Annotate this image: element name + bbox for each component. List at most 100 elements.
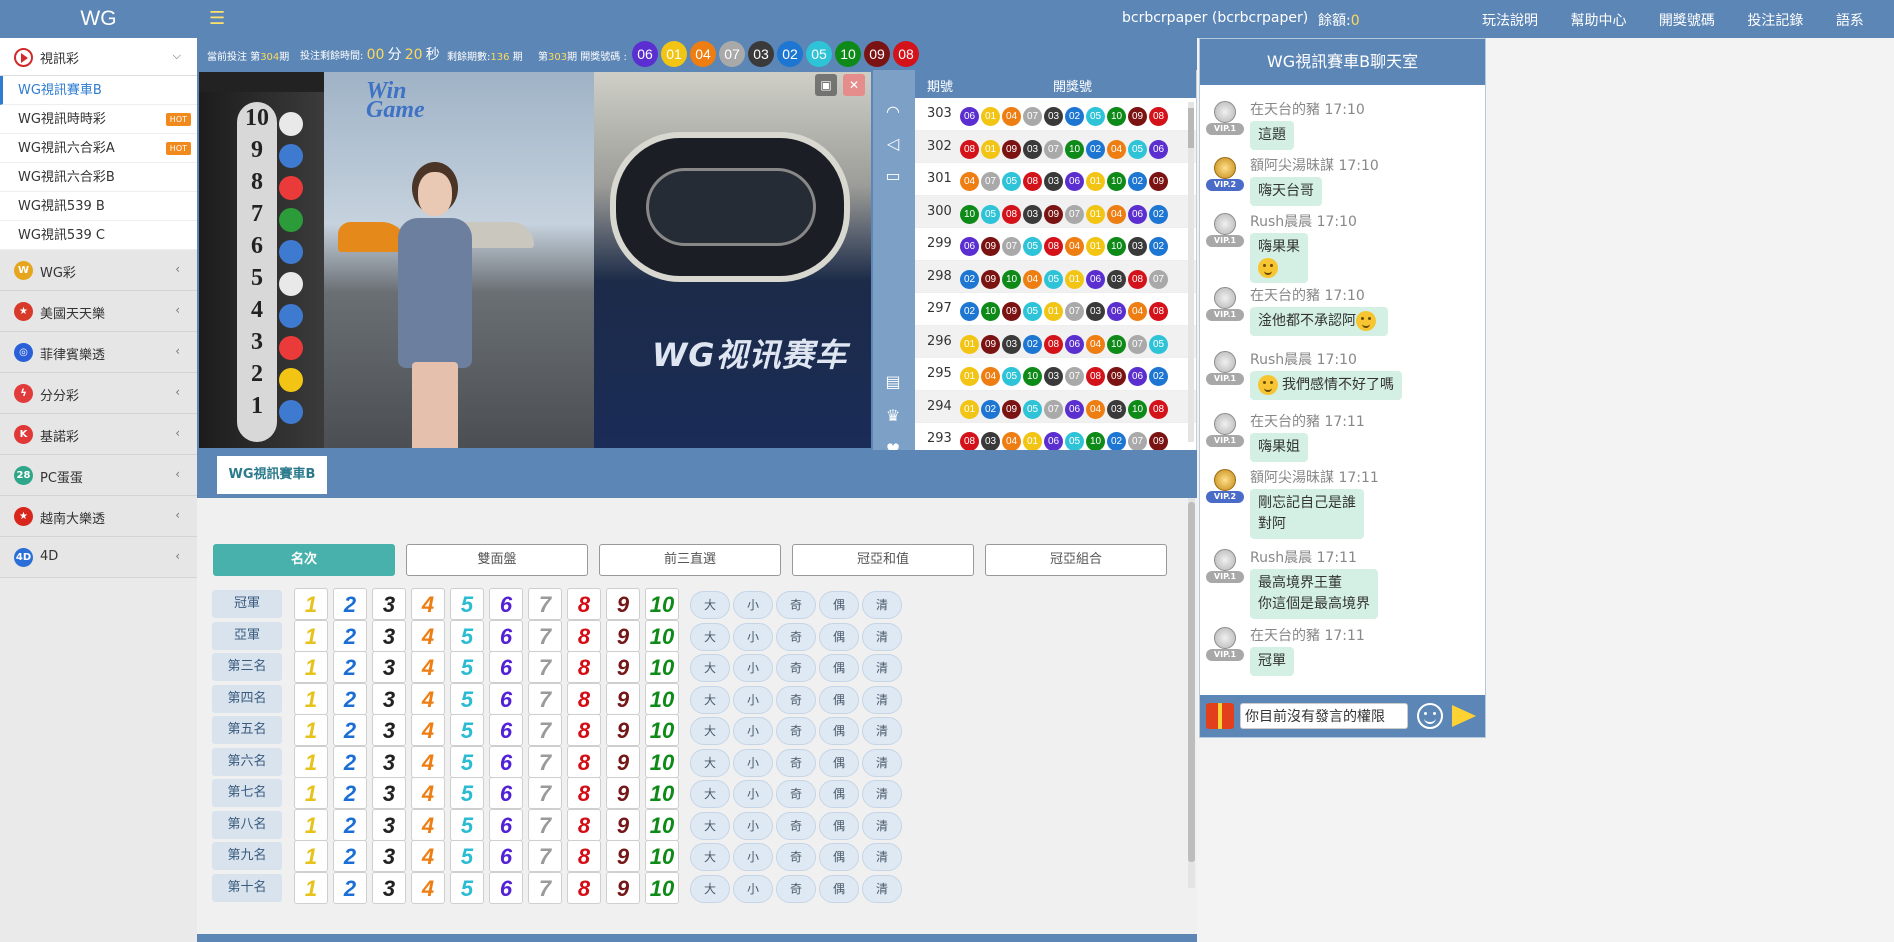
bet-number[interactable]: 6 (489, 682, 523, 715)
bet-number[interactable]: 2 (333, 588, 367, 620)
screen-icon[interactable]: ▣ (815, 74, 837, 96)
sidebar-category-3[interactable]: ϟ 分分彩 ‹ (0, 373, 197, 414)
nav-results[interactable]: 開獎號碼 (1659, 13, 1715, 29)
bet-number[interactable]: 10 (645, 588, 679, 620)
bet-number[interactable]: 7 (528, 745, 562, 778)
bet-number[interactable]: 8 (567, 777, 601, 809)
bet-number[interactable]: 3 (372, 588, 406, 620)
bet-number[interactable]: 10 (645, 808, 679, 841)
bet-number[interactable]: 5 (450, 871, 484, 904)
bet-option[interactable]: 大 (690, 874, 730, 903)
bet-number[interactable]: 6 (489, 588, 523, 620)
bet-number[interactable]: 4 (411, 840, 445, 872)
bet-option[interactable]: 偶 (819, 591, 859, 619)
bet-option[interactable]: 清 (862, 717, 902, 745)
bet-number[interactable]: 8 (567, 651, 601, 683)
bet-number[interactable]: 4 (411, 682, 445, 715)
bet-mode-4[interactable]: 冠亞組合 (985, 544, 1167, 576)
bet-number[interactable]: 5 (450, 808, 484, 841)
bet-number[interactable]: 10 (645, 714, 679, 746)
bet-mode-0[interactable]: 名次 (213, 544, 395, 576)
bet-number[interactable]: 2 (333, 871, 367, 904)
bet-mode-1[interactable]: 雙面盤 (406, 544, 588, 576)
bet-option[interactable]: 奇 (776, 748, 816, 777)
bet-number[interactable]: 8 (567, 619, 601, 652)
bet-number[interactable]: 1 (294, 871, 328, 904)
bet-number[interactable]: 10 (645, 651, 679, 683)
bet-option[interactable]: 清 (862, 685, 902, 714)
bet-number[interactable]: 1 (294, 840, 328, 872)
bet-number[interactable]: 4 (411, 651, 445, 683)
bet-number[interactable]: 7 (528, 808, 562, 841)
bet-number[interactable]: 9 (606, 840, 640, 872)
bet-number[interactable]: 4 (411, 619, 445, 652)
bet-number[interactable]: 8 (567, 808, 601, 841)
bet-option[interactable]: 小 (733, 811, 773, 840)
bet-mode-3[interactable]: 冠亞和值 (792, 544, 974, 576)
bet-number[interactable]: 9 (606, 651, 640, 683)
sidebar-item-4[interactable]: WG視訊539 B (0, 192, 197, 221)
bet-scrollbar[interactable] (1188, 498, 1195, 888)
bet-number[interactable]: 3 (372, 808, 406, 841)
bet-number[interactable]: 3 (372, 714, 406, 746)
nav-help[interactable]: 幫助中心 (1570, 13, 1626, 29)
chat-input[interactable] (1240, 703, 1408, 729)
sidebar-category-7[interactable]: 4D 4D ‹ (0, 537, 197, 578)
bet-number[interactable]: 1 (294, 588, 328, 620)
bet-option[interactable]: 小 (733, 591, 773, 619)
bet-option[interactable]: 大 (690, 811, 730, 840)
bet-number[interactable]: 1 (294, 714, 328, 746)
bet-number[interactable]: 6 (489, 714, 523, 746)
bet-number[interactable]: 2 (333, 651, 367, 683)
bet-option[interactable]: 小 (733, 717, 773, 745)
bet-option[interactable]: 小 (733, 780, 773, 808)
bet-option[interactable]: 大 (690, 717, 730, 745)
bet-number[interactable]: 3 (372, 651, 406, 683)
bet-number[interactable]: 5 (450, 745, 484, 778)
speaker-mute-icon[interactable]: ◁ (881, 132, 905, 156)
bet-option[interactable]: 奇 (776, 654, 816, 682)
sidebar-category-4[interactable]: K 基諾彩 ‹ (0, 414, 197, 455)
bet-number[interactable]: 10 (645, 871, 679, 904)
nav-language[interactable]: 語系 (1836, 13, 1864, 29)
bet-number[interactable]: 7 (528, 777, 562, 809)
bet-number[interactable]: 1 (294, 745, 328, 778)
bet-number[interactable]: 6 (489, 840, 523, 872)
bet-number[interactable]: 2 (333, 745, 367, 778)
bet-option[interactable]: 清 (862, 780, 902, 808)
crown-icon[interactable]: ♛ (881, 404, 905, 428)
bet-number[interactable]: 7 (528, 871, 562, 904)
bet-number[interactable]: 6 (489, 808, 523, 841)
bet-option[interactable]: 大 (690, 748, 730, 777)
nav-rules[interactable]: 玩法說明 (1482, 13, 1538, 29)
bet-number[interactable]: 5 (450, 651, 484, 683)
bet-number[interactable]: 1 (294, 682, 328, 715)
bet-number[interactable]: 3 (372, 840, 406, 872)
bet-number[interactable]: 2 (333, 777, 367, 809)
bet-number[interactable]: 3 (372, 777, 406, 809)
bet-option[interactable]: 小 (733, 843, 773, 871)
bet-number[interactable]: 4 (411, 871, 445, 904)
bet-number[interactable]: 10 (645, 682, 679, 715)
bet-number[interactable]: 8 (567, 588, 601, 620)
bet-number[interactable]: 3 (372, 745, 406, 778)
bet-option[interactable]: 奇 (776, 874, 816, 903)
sidebar-item-0[interactable]: WG視訊賽車B (0, 76, 197, 105)
bet-number[interactable]: 8 (567, 871, 601, 904)
bet-number[interactable]: 7 (528, 840, 562, 872)
bet-number[interactable]: 7 (528, 619, 562, 652)
sidebar-item-5[interactable]: WG視訊539 C (0, 221, 197, 250)
sidebar-category-1[interactable]: ★ 美國天天樂 ‹ (0, 291, 197, 332)
bet-number[interactable]: 4 (411, 808, 445, 841)
bet-option[interactable]: 清 (862, 748, 902, 777)
bet-option[interactable]: 清 (862, 874, 902, 903)
bet-number[interactable]: 2 (333, 619, 367, 652)
sidebar-item-1[interactable]: WG視訊時時彩 HOT (0, 105, 197, 134)
bet-number[interactable]: 6 (489, 651, 523, 683)
bet-option[interactable]: 偶 (819, 748, 859, 777)
bet-option[interactable]: 奇 (776, 843, 816, 871)
bet-number[interactable]: 4 (411, 588, 445, 620)
user-card-icon[interactable]: ▤ (881, 370, 905, 394)
send-icon[interactable] (1452, 705, 1476, 727)
bet-number[interactable]: 7 (528, 651, 562, 683)
